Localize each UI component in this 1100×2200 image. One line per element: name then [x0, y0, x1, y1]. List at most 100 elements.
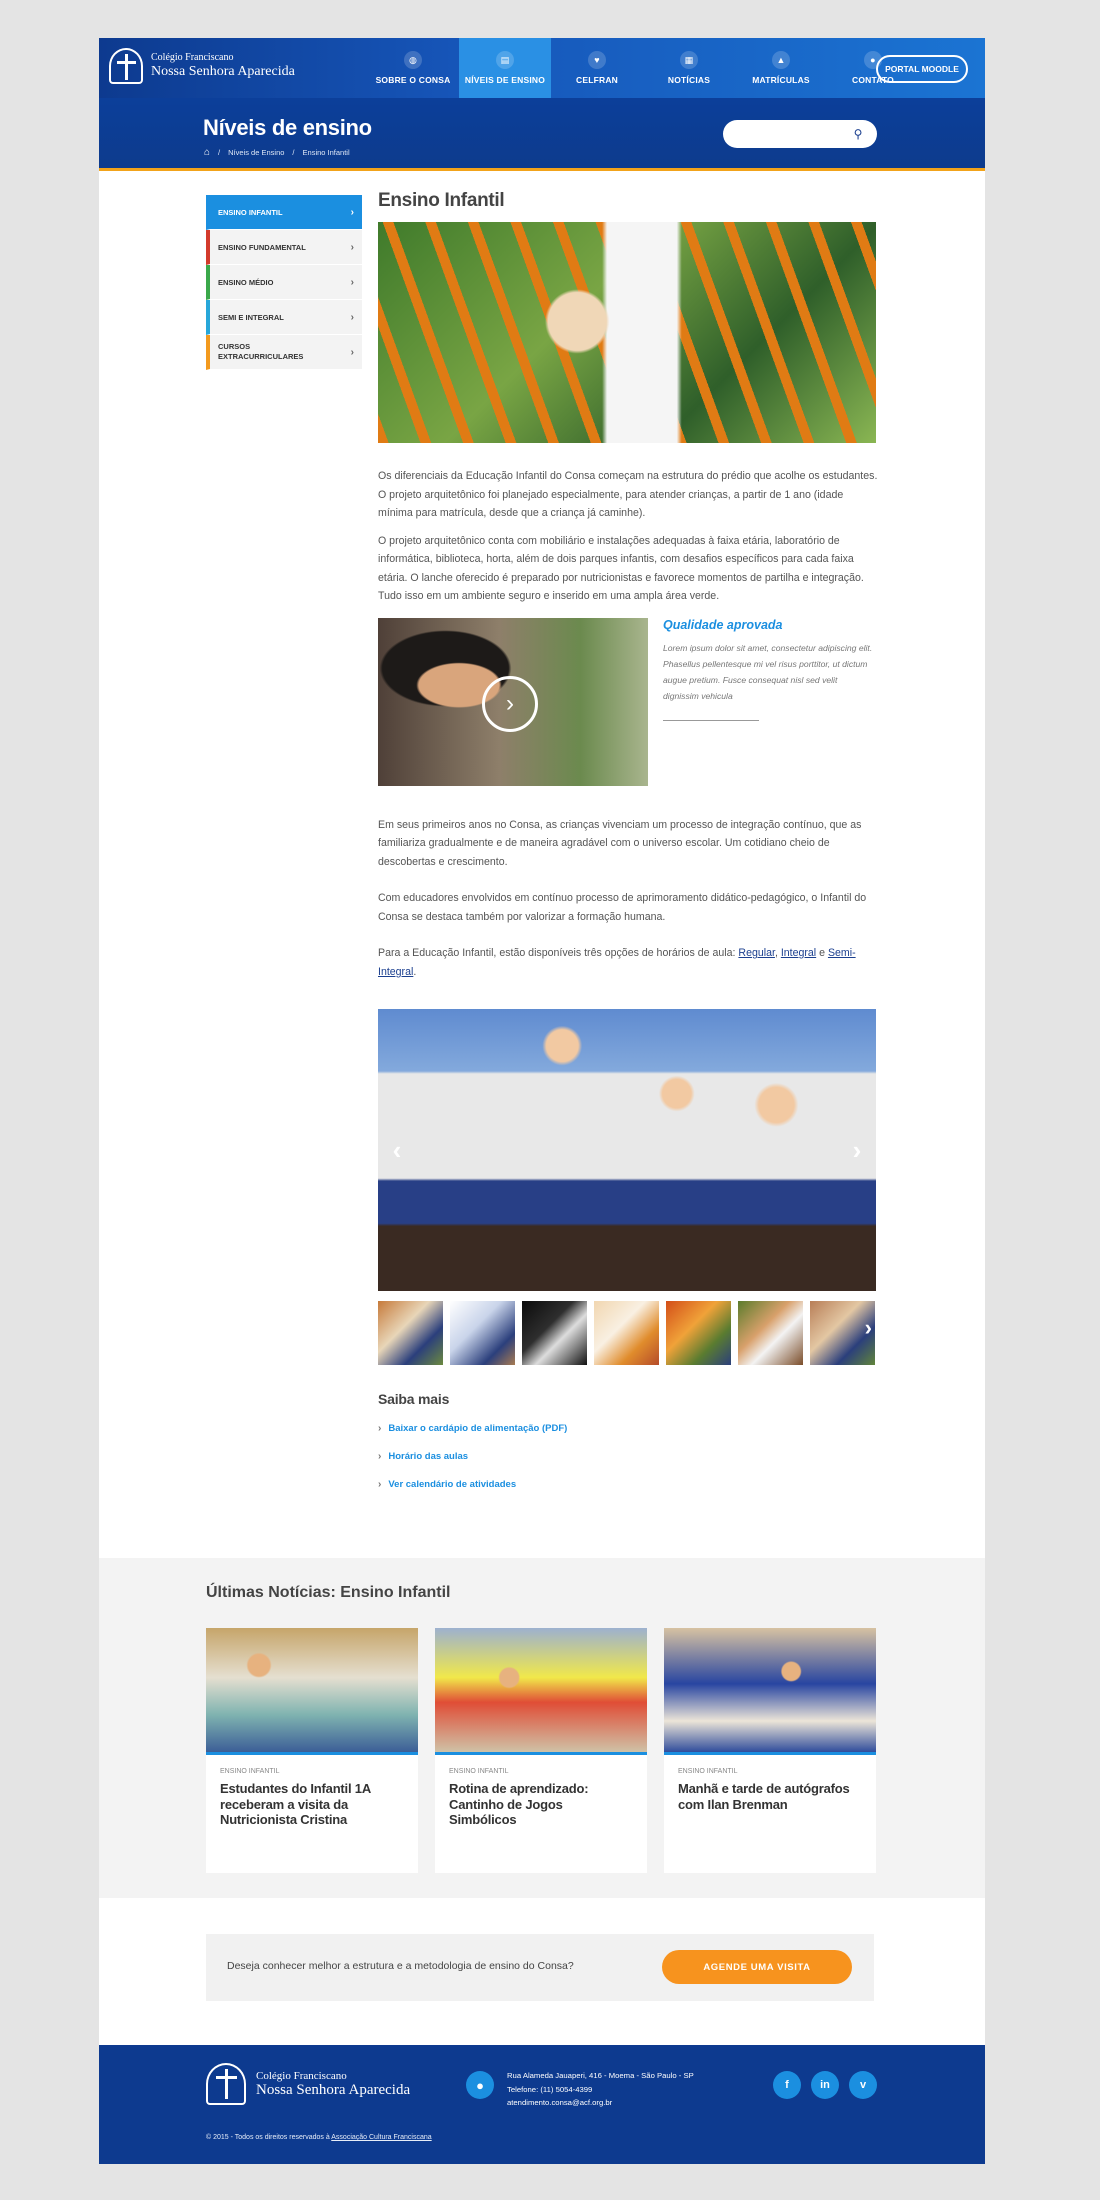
sidebar-item-ensino-fundamental[interactable]: ENSINO FUNDAMENTAL › — [206, 230, 362, 265]
news-title-bold: Últimas Notícias: — [206, 1584, 336, 1601]
slider-next-icon[interactable]: › — [844, 1133, 870, 1167]
sidebar-item-cursos-extracurriculares[interactable]: CURSOS EXTRACURRICULARES › — [206, 335, 362, 370]
nav-label: NOTÍCIAS — [667, 75, 711, 85]
sidebar-item-label: ENSINO MÉDIO — [218, 277, 274, 287]
news-title-rest: Ensino Infantil — [335, 1584, 451, 1601]
facebook-icon[interactable]: f — [773, 2071, 801, 2099]
slider-prev-icon[interactable]: ‹ — [384, 1133, 410, 1167]
sidebar-item-label: ENSINO FUNDAMENTAL — [218, 242, 306, 252]
quote-title: Qualidade aprovada — [663, 617, 783, 632]
contact-info: Rua Alameda Jauaperi, 416 - Moema - São … — [507, 2069, 694, 2110]
school-logo[interactable]: Colégio Franciscano Nossa Senhora Aparec… — [109, 48, 295, 84]
thumbnail[interactable] — [450, 1301, 515, 1365]
linkedin-icon[interactable]: in — [811, 2071, 839, 2099]
video-thumbnail[interactable]: › — [378, 617, 648, 786]
main-nav: ◍ SOBRE O CONSA ▤ NÍVEIS DE ENSINO ♥ CELFRA… — [367, 38, 919, 98]
period-text: . — [413, 965, 417, 978]
heart-icon: ♥ — [588, 51, 606, 69]
paragraph-5: Para a Educação Infantil, estão disponív… — [378, 944, 879, 981]
portal-moodle-button[interactable]: PORTAL MOODLE — [876, 55, 968, 83]
nav-matriculas[interactable]: ▲ MATRÍCULAS — [735, 38, 827, 98]
copyright-text: © 2015 - Todos os direitos reservados à — [206, 2134, 332, 2141]
sidebar-item-ensino-infantil[interactable]: ENSINO INFANTIL › — [206, 195, 362, 230]
thumbnail[interactable] — [378, 1301, 443, 1365]
thumbnail[interactable] — [594, 1301, 659, 1365]
news-card-image — [435, 1628, 647, 1755]
map-pin-icon: ● — [466, 2071, 494, 2099]
graduation-cap-icon: ▲ — [772, 51, 790, 69]
chevron-right-icon: › — [350, 346, 354, 358]
sidebar-item-semi-integral[interactable]: SEMI E INTEGRAL › — [206, 300, 362, 335]
home-icon[interactable]: ⌂ — [204, 147, 210, 158]
thumbnail[interactable] — [738, 1301, 803, 1365]
cta-text: Deseja conhecer melhor a estrutura e a m… — [227, 1960, 574, 1972]
saiba-mais-section: Saiba mais › Baixar o cardápio de aliment… — [378, 1391, 879, 1490]
news-card[interactable]: ENSINO INFANTIL Estudantes do Infantil 1… — [206, 1628, 418, 1873]
nav-celfran[interactable]: ♥ CELFRAN — [551, 38, 643, 98]
copyright-link[interactable]: Associação Cultura Franciscana — [331, 2134, 431, 2141]
breadcrumb-current: Ensino Infantil — [302, 148, 350, 157]
sidebar-item-ensino-medio[interactable]: ENSINO MÉDIO › — [206, 265, 362, 300]
logo-line1: Colégio Franciscano — [151, 52, 234, 63]
paragraph-1: Os diferenciais da Educação Infantil do … — [378, 470, 878, 519]
quote-box: Qualidade aprovada Lorem ipsum dolor sit… — [663, 618, 873, 721]
link-label: Baixar o cardápio de alimentação (PDF) — [388, 1423, 568, 1434]
link-label: Horário das aulas — [388, 1451, 469, 1462]
breadcrumb-separator: / — [292, 148, 295, 157]
link-regular[interactable]: Regular — [738, 947, 775, 959]
cross-logo-icon — [109, 48, 143, 84]
sidebar: ENSINO INFANTIL › ENSINO FUNDAMENTAL › ENS… — [206, 195, 362, 370]
thumbnail[interactable] — [666, 1301, 731, 1365]
saiba-mais-title: Saiba mais — [378, 1391, 450, 1407]
schedule-text: Para a Educação Infantil, estão disponív… — [378, 947, 739, 959]
newspaper-icon: ▦ — [680, 51, 698, 69]
phone: Telefone: (11) 5054-4399 — [507, 2084, 593, 2094]
link-horario-aulas[interactable]: › Horário das aulas — [378, 1451, 879, 1462]
email-link[interactable]: atendimento.consa@acf.org.br — [507, 2096, 694, 2110]
logo-line2: Nossa Senhora Aparecida — [256, 2082, 411, 2098]
schedule-visit-button[interactable]: AGENDE UMA VISITA — [662, 1950, 852, 1984]
paragraph-4: Com educadores envolvidos em contínuo pr… — [378, 892, 867, 923]
thumbnails-next-icon[interactable]: › — [865, 1315, 872, 1341]
logo-line2: Nossa Senhora Aparecida — [151, 64, 295, 79]
copyright: © 2015 - Todos os direitos reservados à … — [206, 2134, 432, 2141]
breadcrumb-niveis[interactable]: Níveis de Ensino — [228, 148, 284, 157]
playground-photo — [378, 222, 876, 443]
paragraph-2: O projeto arquitetônico conta com mobili… — [378, 534, 864, 603]
nav-noticias[interactable]: ▦ NOTÍCIAS — [643, 38, 735, 98]
link-cardapio[interactable]: › Baixar o cardápio de alimentação (PDF) — [378, 1423, 879, 1434]
thumbnail[interactable] — [522, 1301, 587, 1365]
nav-sobre-o-consa[interactable]: ◍ SOBRE O CONSA — [367, 38, 459, 98]
news-card-category: ENSINO INFANTIL — [220, 1768, 280, 1775]
nav-niveis-de-ensino[interactable]: ▤ NÍVEIS DE ENSINO — [459, 38, 551, 98]
chevron-right-icon: › — [350, 241, 354, 253]
page-title: Níveis de ensino — [203, 115, 372, 140]
link-label: Ver calendário de atividades — [388, 1479, 517, 1490]
news-card-image — [206, 1628, 418, 1755]
news-title: Últimas Notícias: Ensino Infantil — [206, 1584, 450, 1602]
quote-text: Lorem ipsum dolor sit amet, consectetur … — [663, 642, 873, 701]
sidebar-item-label: CURSOS EXTRACURRICULARES — [218, 342, 304, 361]
link-calendario[interactable]: › Ver calendário de atividades — [378, 1479, 879, 1490]
nav-label: SOBRE O CONSA — [375, 75, 451, 85]
top-navigation-bar: Colégio Franciscano Nossa Senhora Aparec… — [99, 38, 985, 98]
news-card-category: ENSINO INFANTIL — [449, 1768, 509, 1775]
sidebar-item-label: SEMI E INTEGRAL — [218, 312, 284, 322]
chevron-right-icon: › — [350, 206, 354, 218]
link-integral[interactable]: Integral — [781, 947, 816, 959]
vimeo-icon[interactable]: v — [849, 2071, 877, 2099]
news-card-category: ENSINO INFANTIL — [678, 1768, 738, 1775]
chevron-right-icon: › — [350, 276, 354, 288]
play-icon[interactable]: › — [482, 675, 538, 732]
footer-logo[interactable]: Colégio Franciscano Nossa Senhora Aparec… — [206, 2063, 410, 2105]
search-box: ⚲ — [723, 120, 877, 148]
nav-label: MATRÍCULAS — [752, 75, 810, 85]
search-icon[interactable]: ⚲ — [849, 126, 867, 142]
social-links: f in v — [773, 2071, 877, 2099]
photo-slider: ‹ › — [378, 1009, 876, 1291]
search-input[interactable] — [735, 126, 845, 142]
visit-cta: Deseja conhecer melhor a estrutura e a m… — [206, 1934, 874, 2001]
news-card[interactable]: ENSINO INFANTIL Manhã e tarde de autógra… — [664, 1628, 876, 1873]
news-card[interactable]: ENSINO INFANTIL Rotina de aprendizado: C… — [435, 1628, 647, 1873]
page: Colégio Franciscano Nossa Senhora Aparec… — [99, 38, 985, 2164]
